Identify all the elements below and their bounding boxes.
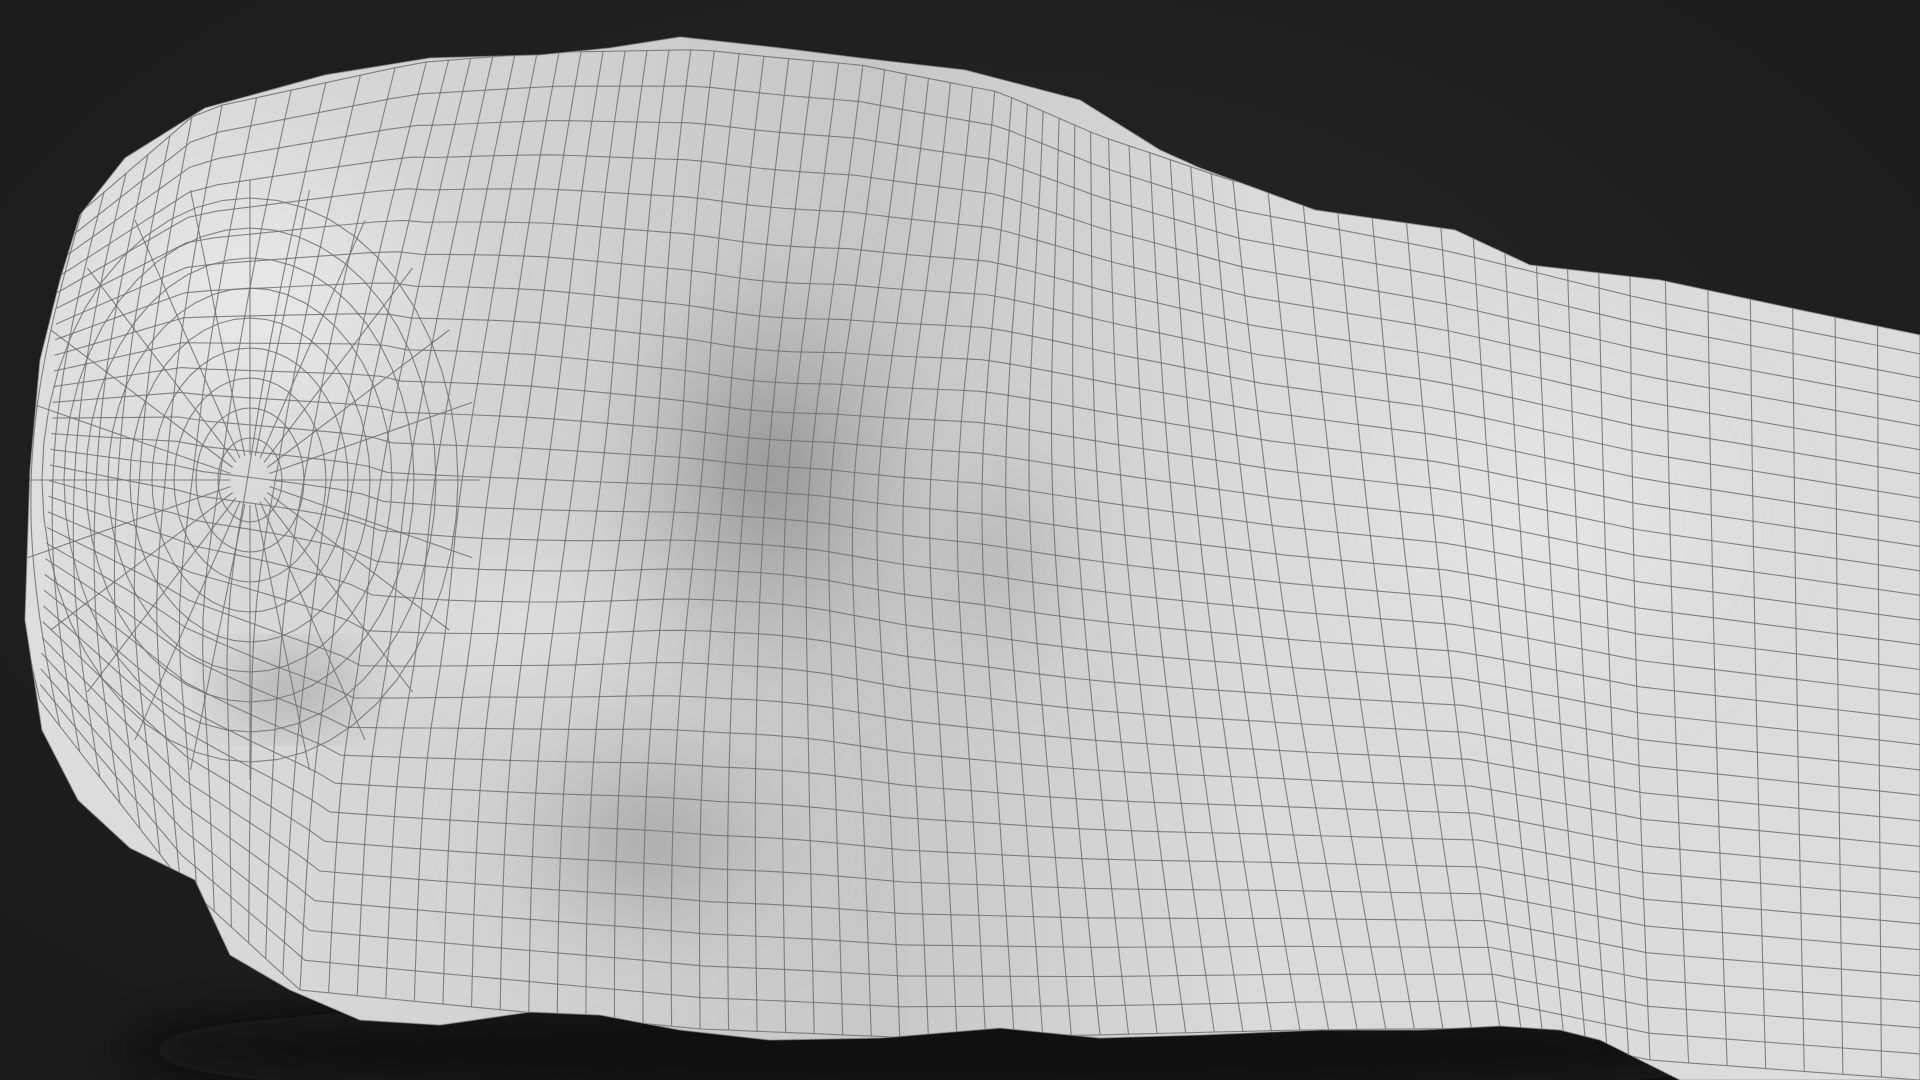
mesh-render (0, 0, 1920, 1080)
3d-viewport[interactable] (0, 0, 1920, 1080)
